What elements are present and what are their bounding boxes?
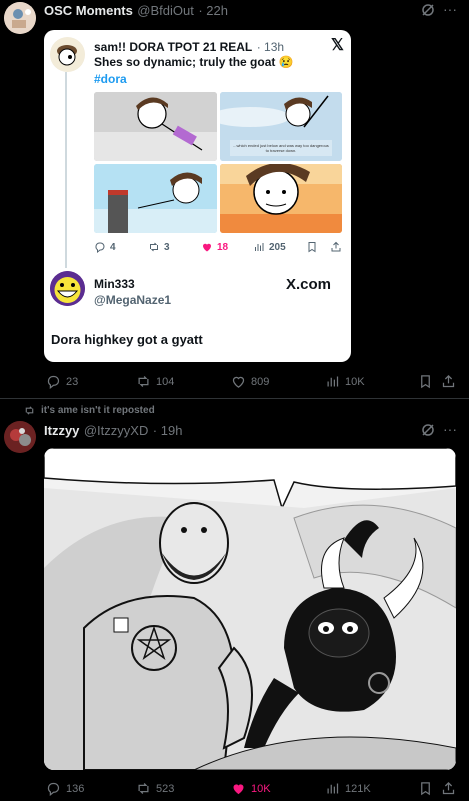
post-author-name[interactable]: Itzzyy — [44, 423, 79, 438]
card-reply-count: 4 — [94, 241, 116, 253]
reply-count: 23 — [66, 375, 79, 388]
more-options-icon[interactable]: ··· — [443, 421, 457, 437]
like-count: 809 — [251, 375, 270, 388]
quoted-author-name: Min333 — [94, 277, 135, 291]
bookmark-icon — [421, 375, 430, 389]
card-timestamp: · 13h — [256, 40, 285, 54]
share-button[interactable] — [441, 781, 456, 796]
bookmark-button[interactable] — [418, 374, 433, 389]
repost-icon — [150, 242, 158, 252]
views-icon — [327, 783, 339, 794]
thread-line — [65, 72, 67, 268]
share-button[interactable] — [441, 374, 456, 389]
views-button[interactable]: 121K — [325, 781, 371, 796]
card-image-4 — [220, 164, 342, 233]
reply-icon — [47, 782, 60, 796]
repost-button[interactable]: 104 — [136, 374, 174, 389]
repost-button[interactable]: 523 — [136, 781, 174, 796]
avatar-itzzyy[interactable] — [4, 421, 36, 453]
quoted-screenshot-card[interactable]: sam!! DORA TPOT 21 REAL · 13h 𝕏 Shes so … — [44, 30, 351, 362]
views-icon — [327, 376, 339, 387]
repost-count: 104 — [156, 375, 175, 388]
repost-indicator: it's ame isn't it reposted — [24, 405, 155, 416]
post-timestamp[interactable]: · 19h — [153, 423, 183, 438]
x-logo-icon: 𝕏 — [331, 37, 344, 54]
grok-icon[interactable] — [421, 3, 435, 22]
card-image-1 — [94, 92, 217, 161]
card-like-count: 18 — [201, 241, 228, 253]
card-author-name: sam!! DORA TPOT 21 REAL — [94, 40, 253, 54]
like-button[interactable]: 809 — [231, 374, 269, 389]
post-author-handle[interactable]: @ItzzyyXD — [84, 423, 148, 438]
card-view-count: 205 — [253, 241, 286, 253]
like-count: 10K — [251, 782, 271, 795]
more-options-icon[interactable]: ··· — [443, 1, 457, 17]
views-icon — [255, 243, 264, 251]
view-count: 10K — [345, 375, 365, 388]
heart-filled-icon — [233, 784, 244, 795]
like-button[interactable]: 10K — [231, 781, 271, 796]
view-count: 121K — [345, 782, 371, 795]
card-hashtag: #dora — [94, 72, 127, 86]
quoted-post-text: Dora highkey got a gyatt — [51, 332, 203, 347]
card-post-text: Shes so dynamic; truly the goat 😢 — [94, 55, 294, 69]
post-author-handle[interactable]: @BfdiOut — [137, 3, 194, 18]
image-caption: ...which ended just below and was way to… — [233, 143, 329, 153]
post-image-comic[interactable] — [44, 448, 456, 770]
card-image-2: ...which ended just below and was way to… — [220, 92, 342, 161]
repost-count: 523 — [156, 782, 175, 795]
reply-button[interactable]: 23 — [46, 374, 78, 389]
reply-icon — [95, 242, 105, 253]
share-icon — [442, 781, 455, 795]
reply-button[interactable]: 136 — [46, 781, 84, 796]
share-icon — [442, 374, 455, 388]
repost-icon — [25, 406, 34, 415]
reply-icon — [47, 375, 60, 389]
card-bookmark-icon — [306, 241, 318, 253]
post-author-name[interactable]: OSC Moments — [44, 3, 133, 18]
card-share-icon — [330, 241, 342, 253]
avatar-sam — [50, 37, 85, 72]
card-image-3 — [94, 164, 217, 233]
avatar-min333 — [50, 271, 85, 306]
card-repost-count: 3 — [148, 241, 170, 253]
views-button[interactable]: 10K — [325, 374, 365, 389]
heart-icon — [232, 376, 245, 388]
repost-icon — [138, 376, 149, 387]
repost-icon — [138, 783, 149, 794]
reply-count: 136 — [66, 782, 85, 795]
quoted-author-handle: @MegaNaze1 — [94, 293, 172, 307]
avatar-osc-moments[interactable] — [4, 2, 36, 34]
heart-filled-icon — [203, 243, 211, 252]
grok-icon[interactable] — [421, 423, 435, 442]
post-divider — [0, 398, 469, 399]
quoted-site-label: X.com — [286, 276, 332, 293]
post-timestamp[interactable]: · 22h — [198, 3, 228, 18]
bookmark-button[interactable] — [418, 781, 433, 796]
bookmark-icon — [421, 782, 430, 796]
